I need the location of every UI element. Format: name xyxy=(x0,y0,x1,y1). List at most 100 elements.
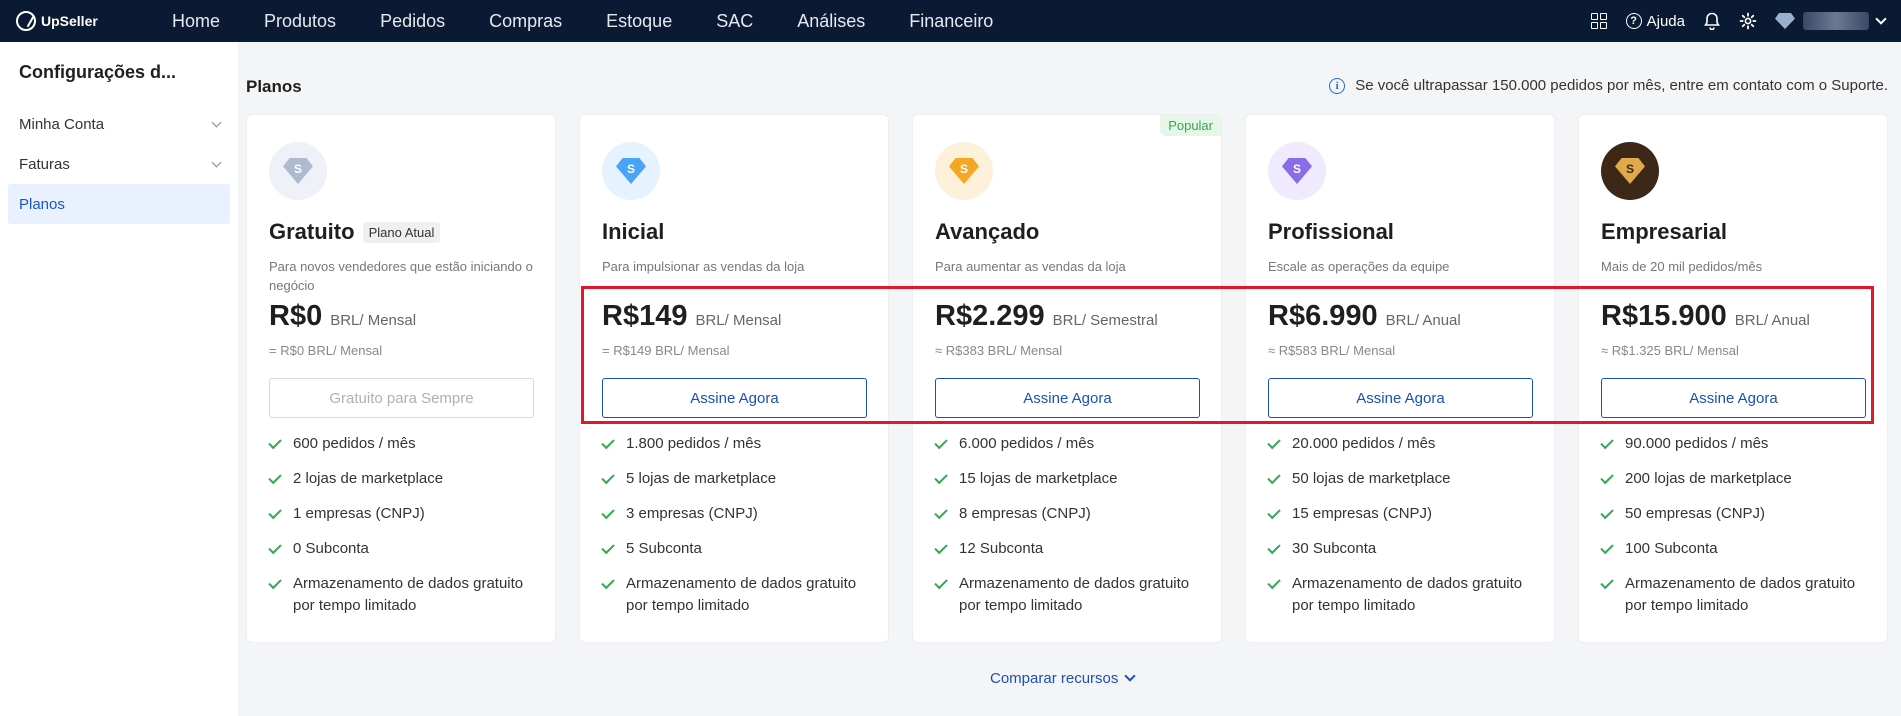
check-icon xyxy=(1267,575,1281,590)
subscribe-button[interactable]: Assine Agora xyxy=(1601,378,1866,418)
compare-label: Comparar recursos xyxy=(990,670,1119,687)
subscribe-button[interactable]: Assine Agora xyxy=(935,378,1200,418)
plan-icon-bg: S xyxy=(602,142,660,200)
plan-name: Profissional xyxy=(1268,219,1394,244)
nav-produtos[interactable]: Produtos xyxy=(242,0,358,42)
check-icon xyxy=(934,435,948,450)
diamond-icon: S xyxy=(616,158,646,184)
plan-name: Inicial xyxy=(602,219,665,244)
diamond-icon: S xyxy=(1282,158,1312,184)
page-title: Planos xyxy=(246,77,302,96)
plan-monthly-equivalent: = R$0 BRL/ Mensal xyxy=(269,343,383,358)
volume-notice: i Se você ultrapassar 150.000 pedidos po… xyxy=(1329,77,1888,94)
feature-item: 1 empresas (CNPJ) xyxy=(268,503,533,525)
gear-icon[interactable] xyxy=(1739,12,1757,30)
nav-sac[interactable]: SAC xyxy=(694,0,775,42)
apps-grid-icon[interactable] xyxy=(1590,12,1608,30)
compare-features-link[interactable]: Comparar recursos xyxy=(990,670,1137,687)
check-icon xyxy=(1600,540,1614,555)
feature-list: 90.000 pedidos / mês 200 lojas de market… xyxy=(1600,433,1865,617)
feature-item: 6.000 pedidos / mês xyxy=(934,433,1199,455)
check-icon xyxy=(601,575,615,590)
sidebar-item-label: Faturas xyxy=(19,155,70,173)
feature-item: 8 empresas (CNPJ) xyxy=(934,503,1199,525)
nav-financeiro[interactable]: Financeiro xyxy=(887,0,1015,42)
question-icon: ? xyxy=(1625,13,1642,29)
feature-item: 1.800 pedidos / mês xyxy=(601,433,866,455)
plan-cards: S Gratuito Plano Atual Para novos vended… xyxy=(246,114,1888,643)
plan-monthly-equivalent: ≈ R$383 BRL/ Mensal xyxy=(935,343,1063,358)
feature-list: 600 pedidos / mês 2 lojas de marketplace… xyxy=(268,433,533,617)
popular-badge: Popular xyxy=(1160,115,1221,136)
check-icon xyxy=(1267,470,1281,485)
subscribe-button[interactable]: Assine Agora xyxy=(602,378,867,418)
check-icon xyxy=(601,470,615,485)
brand-name: UpSeller xyxy=(41,13,98,29)
user-plan-gem-icon xyxy=(1775,13,1795,29)
chevron-down-icon xyxy=(1124,670,1137,682)
plan-card-inicial: S Inicial Para impulsionar as vendas da … xyxy=(579,114,889,643)
check-icon xyxy=(268,505,282,520)
chevron-down-icon xyxy=(211,117,222,127)
plan-price: R$0 xyxy=(269,300,323,332)
plan-card-avancado: Popular S Avançado Para aumentar as vend… xyxy=(912,114,1222,643)
feature-list: 6.000 pedidos / mês 15 lojas de marketpl… xyxy=(934,433,1199,617)
main-content: Planos i Se você ultrapassar 150.000 ped… xyxy=(238,42,1901,716)
feature-item: 5 lojas de marketplace xyxy=(601,468,866,490)
check-icon xyxy=(601,540,615,555)
diamond-icon: S xyxy=(283,158,313,184)
plan-description: Para aumentar as vendas da loja xyxy=(935,259,1126,274)
nav-home[interactable]: Home xyxy=(150,0,242,42)
free-forever-button: Gratuito para Sempre xyxy=(269,378,534,418)
plan-description: Escale as operações da equipe xyxy=(1268,259,1450,274)
help-button[interactable]: ? Ajuda xyxy=(1625,12,1685,30)
settings-sidebar: Configurações d... Minha Conta Faturas P… xyxy=(0,42,238,716)
check-icon xyxy=(934,575,948,590)
sidebar-item-faturas[interactable]: Faturas xyxy=(8,144,230,184)
help-label: Ajuda xyxy=(1646,12,1685,30)
plan-monthly-equivalent: ≈ R$583 BRL/ Mensal xyxy=(1268,343,1396,358)
sidebar-item-minha-conta[interactable]: Minha Conta xyxy=(8,104,230,144)
plan-period: BRL/ Mensal xyxy=(695,312,782,329)
nav-analises[interactable]: Análises xyxy=(775,0,887,42)
feature-item: 2 lojas de marketplace xyxy=(268,468,533,490)
check-icon xyxy=(268,470,282,485)
check-icon xyxy=(1600,575,1614,590)
feature-list: 20.000 pedidos / mês 50 lojas de marketp… xyxy=(1267,433,1532,617)
check-icon xyxy=(934,540,948,555)
check-icon xyxy=(1600,470,1614,485)
check-icon xyxy=(601,435,615,450)
plan-description: Para novos vendedores que estão iniciand… xyxy=(269,259,533,293)
feature-item: Armazenamento de dados gratuito por temp… xyxy=(1267,573,1532,617)
diamond-icon: S xyxy=(1615,158,1645,184)
user-name-redacted xyxy=(1803,12,1869,30)
user-menu[interactable] xyxy=(1775,12,1887,30)
feature-item: 50 empresas (CNPJ) xyxy=(1600,503,1865,525)
plan-card-profissional: S Profissional Escale as operações da eq… xyxy=(1245,114,1555,643)
nav-estoque[interactable]: Estoque xyxy=(584,0,694,42)
check-icon xyxy=(1600,435,1614,450)
nav-pedidos[interactable]: Pedidos xyxy=(358,0,467,42)
plan-description: Mais de 20 mil pedidos/mês xyxy=(1601,259,1763,274)
sidebar-item-planos[interactable]: Planos xyxy=(8,184,230,224)
subscribe-button[interactable]: Assine Agora xyxy=(1268,378,1533,418)
feature-item: 600 pedidos / mês xyxy=(268,433,533,455)
nav-compras[interactable]: Compras xyxy=(467,0,584,42)
feature-item: 30 Subconta xyxy=(1267,538,1532,560)
plan-price: R$149 xyxy=(602,300,688,332)
plan-card-empresarial: S Empresarial Mais de 20 mil pedidos/mês… xyxy=(1578,114,1888,643)
info-icon: i xyxy=(1329,77,1346,94)
feature-item: Armazenamento de dados gratuito por temp… xyxy=(601,573,866,617)
brand-logo[interactable]: UpSeller xyxy=(16,11,136,31)
nav-right-tools: ? Ajuda xyxy=(1590,0,1887,42)
plan-description: Para impulsionar as vendas da loja xyxy=(602,259,805,274)
feature-list: 1.800 pedidos / mês 5 lojas de marketpla… xyxy=(601,433,866,617)
feature-item: 15 empresas (CNPJ) xyxy=(1267,503,1532,525)
current-plan-badge: Plano Atual xyxy=(362,221,441,243)
plan-monthly-equivalent: = R$149 BRL/ Mensal xyxy=(602,343,730,358)
plan-period: BRL/ Semestral xyxy=(1052,312,1158,329)
plan-card-gratuito: S Gratuito Plano Atual Para novos vended… xyxy=(246,114,556,643)
top-nav: UpSeller Home Produtos Pedidos Compras E… xyxy=(0,0,1901,42)
plan-monthly-equivalent: ≈ R$1.325 BRL/ Mensal xyxy=(1601,343,1739,358)
bell-icon[interactable] xyxy=(1703,12,1721,30)
